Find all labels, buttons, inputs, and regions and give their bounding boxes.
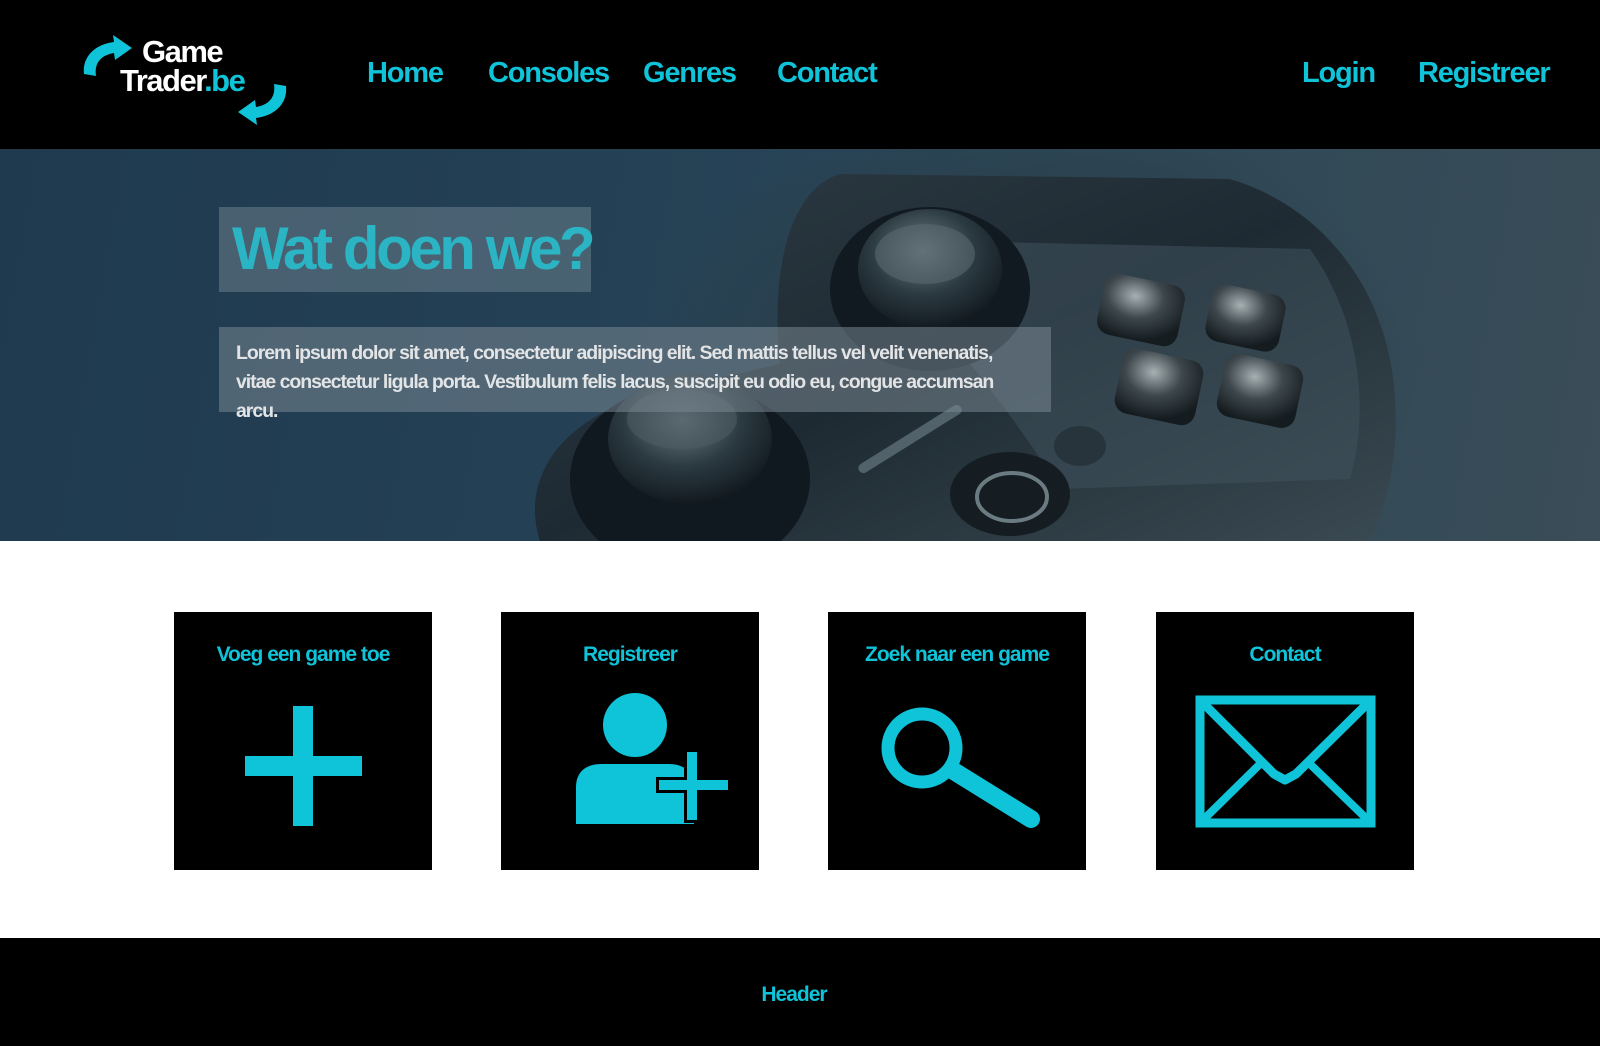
nav-consoles-link[interactable]: Consoles	[488, 59, 610, 88]
hero-description-box: Lorem ipsum dolor sit amet, consectetur …	[219, 327, 1051, 422]
plus-icon	[245, 706, 362, 826]
nav-login-link[interactable]: Login	[1302, 59, 1376, 88]
search-icon	[881, 707, 1040, 828]
tile-register[interactable]: Registreer	[501, 612, 759, 870]
tile-contact[interactable]: Contact	[1156, 612, 1414, 870]
nav-home-link[interactable]: Home	[367, 59, 444, 88]
add-user-icon	[576, 693, 731, 824]
envelope-icon	[1195, 695, 1376, 828]
nav-contact-link[interactable]: Contact	[777, 59, 878, 88]
top-navigation-bar: Game Trader.be Home Consoles Genres Cont…	[0, 0, 1600, 149]
tile-add-game[interactable]: Voeg een game toe	[174, 612, 432, 870]
hero-banner: Wat doen we? Lorem ipsum dolor sit amet,…	[0, 149, 1600, 541]
footer-text: Header	[761, 983, 827, 1006]
nav-genres-link[interactable]: Genres	[643, 59, 737, 88]
logo-text-domain: .be	[204, 63, 246, 98]
logo-text-trader-main: Trader	[120, 63, 206, 98]
page-footer: Header	[0, 938, 1600, 1046]
tile-search-game[interactable]: Zoek naar een game	[828, 612, 1086, 870]
nav-register-link[interactable]: Registreer	[1418, 59, 1551, 88]
hero-description: Lorem ipsum dolor sit amet, consectetur …	[236, 342, 994, 422]
hero-title: Wat doen we?	[232, 215, 596, 282]
hero-title-box: Wat doen we?	[219, 207, 596, 292]
site-logo[interactable]: Game Trader.be	[80, 34, 290, 130]
logo-text-trader: Trader.be	[120, 63, 246, 98]
